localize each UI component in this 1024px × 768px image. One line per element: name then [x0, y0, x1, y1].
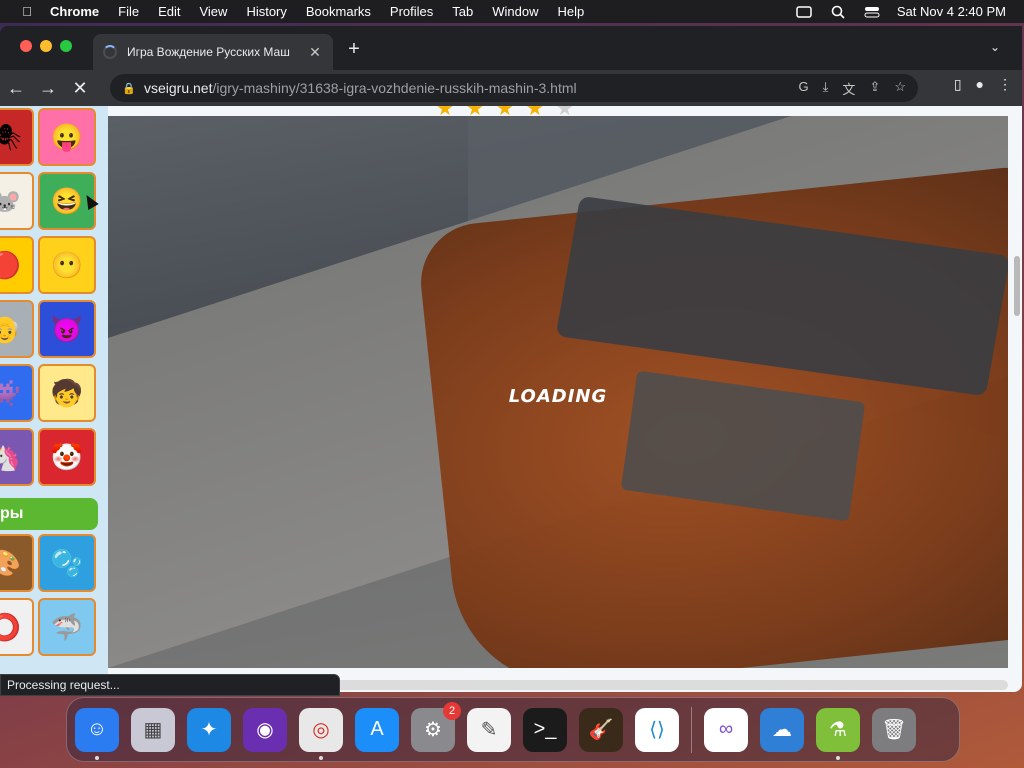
menu-clock[interactable]: Sat Nov 4 2:40 PM [897, 4, 1006, 19]
game-thumbnail[interactable]: 🕷 [0, 108, 34, 166]
game-thumbnail[interactable]: ⭕ [0, 598, 34, 656]
apple-icon[interactable]:  [18, 4, 36, 19]
close-tab-icon[interactable]: ✕ [307, 44, 323, 61]
address-bar[interactable]: 🔒 vseigru.net/igry-mashiny/31638-igra-vo… [110, 74, 918, 102]
potion-icon[interactable]: ⚗ [816, 707, 860, 760]
status-bar: Processing request... [0, 674, 340, 696]
minimize-window-button[interactable] [40, 40, 52, 52]
game-thumbnail[interactable]: 👾 [0, 364, 34, 422]
menu-view[interactable]: View [199, 4, 227, 19]
menu-bar:  Chrome File Edit View History Bookmark… [0, 0, 1024, 23]
forward-button[interactable]: → [32, 74, 64, 102]
menu-tab[interactable]: Tab [452, 4, 473, 19]
loading-spinner-icon [103, 45, 117, 59]
menu-history[interactable]: History [246, 4, 286, 19]
game-thumbnail[interactable]: 🎨 [0, 534, 34, 592]
garageband-icon[interactable]: 🎸 [579, 707, 623, 752]
game-thumbnail[interactable]: 😛 [38, 108, 96, 166]
section-header[interactable]: ры [0, 498, 98, 530]
textedit-icon[interactable]: ✎ [467, 707, 511, 752]
trash-icon[interactable]: 🗑 [872, 707, 916, 752]
tab-active[interactable]: Игра Вождение Русских Маш ✕ [93, 34, 333, 70]
game-thumbnail[interactable]: 🫧 [38, 534, 96, 592]
menu-help[interactable]: Help [558, 4, 585, 19]
weather-icon[interactable]: ☁ [760, 707, 804, 752]
menu-profiles[interactable]: Profiles [390, 4, 433, 19]
terminal-icon[interactable]: >_ [523, 707, 567, 752]
new-tab-button[interactable]: + [343, 38, 365, 61]
finder-icon[interactable]: ☺ [75, 707, 119, 760]
vertical-scrollbar[interactable] [1014, 256, 1020, 316]
dock-separator [691, 706, 692, 753]
menu-file[interactable]: File [118, 4, 139, 19]
profile-avatar-icon[interactable]: ● [976, 76, 984, 93]
url-host: vseigru.net [144, 80, 213, 96]
visualstudio-icon[interactable]: ∞ [704, 707, 748, 752]
game-thumbnail[interactable]: 🦈 [38, 598, 96, 656]
game-thumbnail[interactable]: 👴 [0, 300, 34, 358]
share-icon[interactable]: ⇪ [869, 79, 880, 98]
game-thumbnail[interactable]: 🦄 [0, 428, 34, 486]
search-icon[interactable] [829, 5, 847, 19]
url-path: /igry-mashiny/31638-igra-vozhdenie-russk… [212, 80, 577, 96]
menu-window[interactable]: Window [492, 4, 538, 19]
chrome-icon[interactable]: ◎ [299, 707, 343, 760]
bookmark-star-icon[interactable]: ☆ [894, 79, 906, 98]
kebab-menu-icon[interactable]: ⋮ [998, 76, 1012, 93]
vscode-icon[interactable]: ⟨⟩ [635, 707, 679, 752]
notification-badge: 2 [443, 701, 461, 720]
tab-search-icon[interactable]: ⌄ [990, 40, 1000, 54]
tab-title: Игра Вождение Русских Маш [127, 45, 290, 59]
launchpad-icon[interactable]: ▦ [131, 707, 175, 752]
menu-bookmarks[interactable]: Bookmarks [306, 4, 371, 19]
game-thumbnail[interactable]: 😈 [38, 300, 96, 358]
back-button[interactable]: ← [0, 74, 32, 102]
lock-icon[interactable]: 🔒 [122, 82, 136, 95]
appstore-icon[interactable]: A [355, 707, 399, 752]
control-center-icon[interactable] [863, 5, 881, 19]
translate-icon[interactable]: 文 [842, 79, 855, 98]
google-icon[interactable]: G [799, 79, 809, 98]
browser-window: Игра Вождение Русских Маш ✕ + ⌄ ← → ✕ 🔒 … [0, 26, 1022, 692]
stop-loading-button[interactable]: ✕ [64, 74, 96, 102]
safari-icon[interactable]: ✦ [187, 707, 231, 752]
game-thumbnail[interactable]: 🔴 [0, 236, 34, 294]
side-panel-icon[interactable]: ▯ [954, 76, 962, 93]
tab-strip: Игра Вождение Русских Маш ✕ + ⌄ [0, 26, 1022, 70]
game-canvas[interactable]: LOADING [108, 116, 1008, 668]
menu-app-name[interactable]: Chrome [50, 4, 99, 19]
game-thumbnail[interactable]: 🧒 [38, 364, 96, 422]
game-thumbnail[interactable]: 🤡 [38, 428, 96, 486]
settings-icon[interactable]: ⚙ 2 [411, 701, 461, 752]
install-app-icon[interactable]: ⤓ [823, 79, 829, 98]
game-thumbnail[interactable]: 🐭 [0, 172, 34, 230]
toolbar: ← → ✕ 🔒 vseigru.net/igry-mashiny/31638-i… [0, 70, 1022, 106]
menu-edit[interactable]: Edit [158, 4, 180, 19]
page-viewport: 🕷 😛 🐭 😆 🔴 😶 👴 😈 👾 🧒 🦄 🤡 ры 🎨 🫧 ⭕ 🦈 ★ ★ ★… [0, 106, 1022, 692]
close-window-button[interactable] [20, 40, 32, 52]
firefox-icon[interactable]: ◉ [243, 707, 287, 752]
dock: ☺ ▦ ✦ ◉ ◎ A ⚙ 2 ✎ >_ 🎸 ⟨⟩ ∞ ☁ ⚗ 🗑 [66, 697, 960, 762]
loading-text: LOADING [508, 386, 608, 407]
maximize-window-button[interactable] [60, 40, 72, 52]
game-thumbnail[interactable]: 😶 [38, 236, 96, 294]
screen-mirror-icon[interactable] [795, 5, 813, 19]
window-controls [20, 40, 72, 52]
